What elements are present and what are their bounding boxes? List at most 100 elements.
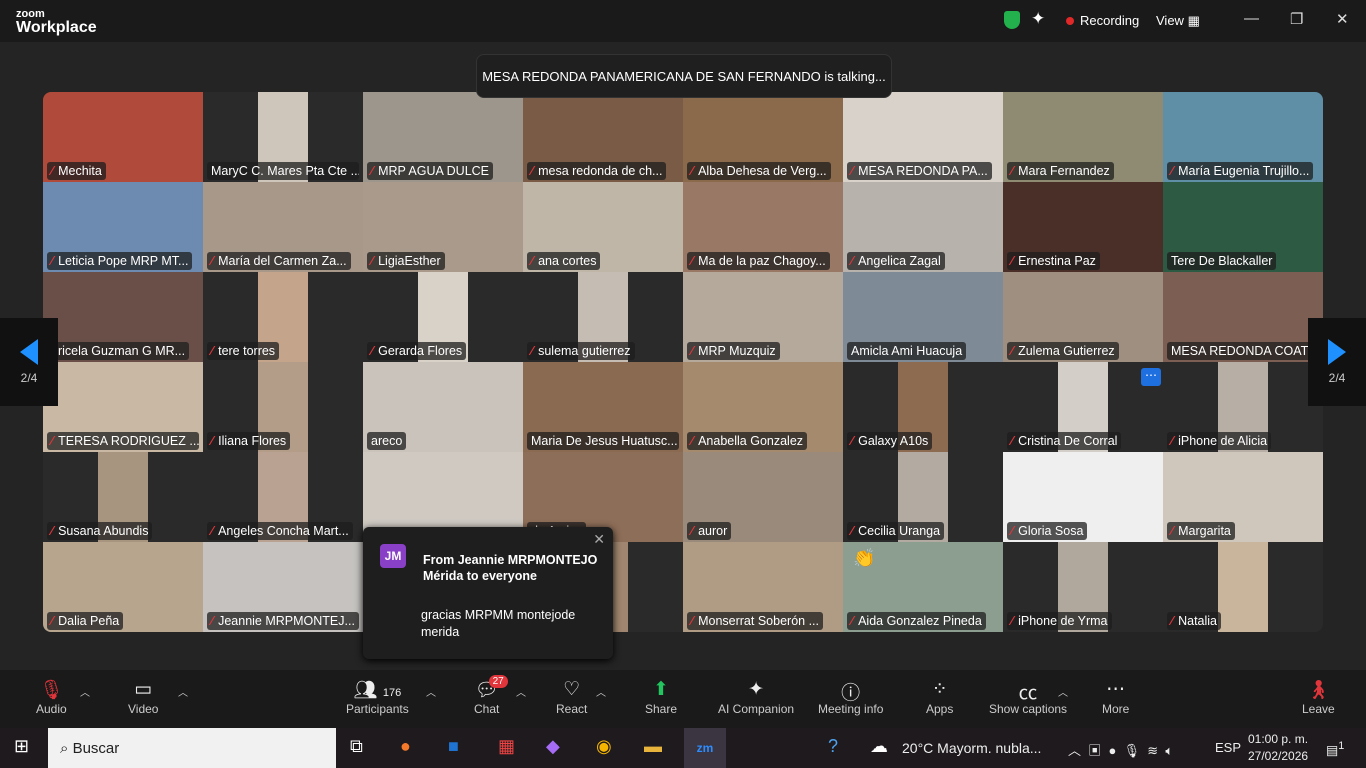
chat-button[interactable]: 💬︎ 27 Chat [474,675,508,716]
chat-options-caret[interactable]: ︿ [516,684,526,699]
close-button[interactable]: ✕ [1336,10,1349,28]
ai-sparkle-icon[interactable]: ✦ [1031,9,1045,29]
participant-tile[interactable]: ⁄ sulema gutierrez [523,272,683,362]
participant-tile[interactable]: ⁄ Alba Dehesa de Verg... [683,92,843,182]
language-indicator[interactable]: ESP [1215,740,1241,755]
participant-tile[interactable]: ⁄ Dalia Peña [43,542,203,632]
participants-options-caret[interactable]: ︿ [426,684,436,699]
participant-name: ⁄ Cristina De Corral [1007,432,1122,450]
tray-icons[interactable]: ︿ ▣ ● 🎙︎ ≋ 🔈︎ [1068,740,1173,759]
taskbar-search[interactable]: ⌕ Buscar [48,728,336,768]
participant-name: ⁄ Ernestina Paz [1007,252,1100,270]
participant-tile[interactable]: ⋯ ⁄ Cristina De Corral [1003,362,1163,452]
video-options-caret[interactable]: ︿ [178,684,188,699]
participant-tile[interactable]: ⁄ MESA REDONDA PA... [843,92,1003,182]
windows-start-icon[interactable]: ⊞ [14,736,29,757]
file-explorer-icon[interactable]: ▬ [644,736,662,757]
participant-tile[interactable]: ⁄ Margarita [1163,452,1323,542]
participant-tile[interactable]: areco [363,362,523,452]
participant-tile[interactable]: ⁄ Anabella Gonzalez [683,362,843,452]
participant-tile[interactable]: ⁄ Natalia [1163,542,1323,632]
share-button[interactable]: ⬆ Share [645,678,677,716]
captions-button[interactable]: ㏄ Show captions [989,678,1067,716]
participant-tile[interactable]: ⁄ iPhone de Alicia [1163,362,1323,452]
notifications-button[interactable]: ▤1 [1326,740,1344,758]
video-button[interactable]: ▭ Video [128,678,158,716]
participant-name: ⁄ ana cortes [527,252,601,270]
participant-tile[interactable]: ⁄ MRP Muzquiz [683,272,843,362]
participant-tile[interactable]: ⁄ Iliana Flores [203,362,363,452]
next-page-button[interactable]: 2/4 [1308,318,1366,406]
outlook-icon[interactable]: ■ [448,736,459,757]
store-icon[interactable]: ▦ [498,736,515,757]
participant-tile[interactable]: aricela Guzman G MR... [43,272,203,362]
more-button[interactable]: ⋯ More [1102,678,1129,716]
participants-button[interactable]: 👥︎ 176 Participants [346,678,409,716]
participant-tile[interactable]: ⁄ ana cortes [523,182,683,272]
mic-muted-icon: ⁄ [1011,524,1014,538]
participant-tile[interactable]: ⁄ Gerarda Flores [363,272,523,362]
participant-tile[interactable]: ⁄ tere torres [203,272,363,362]
participant-tile[interactable]: Tere De Blackaller [1163,182,1323,272]
view-button[interactable]: View ▦ [1156,13,1200,29]
recording-indicator[interactable]: Recording [1066,13,1139,28]
close-icon[interactable]: ✕ [593,531,605,548]
audio-button[interactable]: 🎙︎ Audio [36,678,67,716]
participant-tile[interactable]: Maria De Jesus Huatusc... [523,362,683,452]
participant-tile[interactable]: ⁄ Galaxy A10s [843,362,1003,452]
zoom-taskbar-icon[interactable]: zm [684,728,726,768]
participant-tile[interactable]: ⁄ TERESA RODRIGUEZ ... [43,362,203,452]
participant-tile[interactable]: ⁄ María Eugenia Trujillo... [1163,92,1323,182]
clock[interactable]: 01:00 p. m. 27/02/2026 [1248,731,1308,765]
participant-tile[interactable]: ⁄ Mara Fernandez [1003,92,1163,182]
participant-tile[interactable]: 👏 ⁄ Aida Gonzalez Pineda [843,542,1003,632]
participant-tile[interactable]: ⁄ Monserrat Soberón ... [683,542,843,632]
react-button[interactable]: ♡ React [556,678,587,716]
chrome-icon[interactable]: ◉ [596,736,612,757]
participant-tile[interactable]: ⁄ Ma de la paz Chagoy... [683,182,843,272]
weather-text[interactable]: 20°C Mayorm. nubla... [902,740,1041,756]
participant-name-label: María Eugenia Trujillo... [1178,164,1310,178]
apps-button[interactable]: ⁘ Apps [926,678,953,716]
minimize-button[interactable]: — [1244,10,1259,27]
participant-tile[interactable]: ⁄ Ernestina Paz [1003,182,1163,272]
security-shield-icon[interactable] [1004,11,1020,29]
participant-tile[interactable]: ⁄ Leticia Pope MRP MT... [43,182,203,272]
participant-tile[interactable]: ⁄ Angeles Concha Mart... [203,452,363,542]
participant-tile[interactable]: ⁄ auror [683,452,843,542]
participant-name-label: Monserrat Soberón ... [698,614,819,628]
firefox-icon[interactable]: ● [400,736,411,757]
previous-page-button[interactable]: 2/4 [0,318,58,406]
participant-tile[interactable]: ⁄ Zulema Gutierrez [1003,272,1163,362]
mic-muted-icon: ⁄ [691,344,694,358]
participant-tile[interactable]: ⁄ Susana Abundis [43,452,203,542]
chat-notification[interactable]: JM From Jeannie MRPMONTEJO Mérida to eve… [363,527,613,659]
participant-tile[interactable]: ⁄ María del Carmen Za... [203,182,363,272]
participant-name-label: Gloria Sosa [1018,524,1084,538]
participant-tile[interactable]: Amicla Ami Huacuja [843,272,1003,362]
participant-tile[interactable]: ⁄ iPhone de Yrma [1003,542,1163,632]
participant-tile[interactable]: ⁄ Jeannie MRPMONTEJ... [203,542,363,632]
participant-tile[interactable]: MaryC C. Mares Pta Cte ... [203,92,363,182]
chat-label: Chat [474,702,500,716]
leave-button[interactable]: 🚶︎ Leave [1302,678,1335,716]
participant-tile[interactable]: ⁄ MRP AGUA DULCE [363,92,523,182]
tile-more-options-button[interactable]: ⋯ [1141,368,1161,386]
participant-tile[interactable]: ⁄ Mechita [43,92,203,182]
react-options-caret[interactable]: ︿ [596,684,606,699]
copilot-icon[interactable]: ◆ [546,736,560,757]
help-icon[interactable]: ? [828,736,838,757]
participant-tile[interactable]: ⁄ LigiaEsther [363,182,523,272]
mic-muted-icon: ⁄ [1011,164,1014,178]
ai-companion-button[interactable]: ✦ AI Companion [718,678,794,716]
participant-tile[interactable]: ⁄ Angelica Zagal [843,182,1003,272]
task-view-icon[interactable]: ⧉ [350,736,363,757]
captions-options-caret[interactable]: ︿ [1058,684,1068,699]
participant-tile[interactable]: ⁄ Gloria Sosa [1003,452,1163,542]
participant-tile[interactable]: ⁄ mesa redonda de ch... [523,92,683,182]
meeting-info-button[interactable]: ⓘ Meeting info [818,678,883,716]
audio-options-caret[interactable]: ︿ [80,684,90,699]
participant-tile[interactable]: ⁄ Cecilia Uranga [843,452,1003,542]
participant-tile[interactable]: MESA REDONDA COATI [1163,272,1323,362]
restore-button[interactable]: ❐ [1290,10,1303,28]
